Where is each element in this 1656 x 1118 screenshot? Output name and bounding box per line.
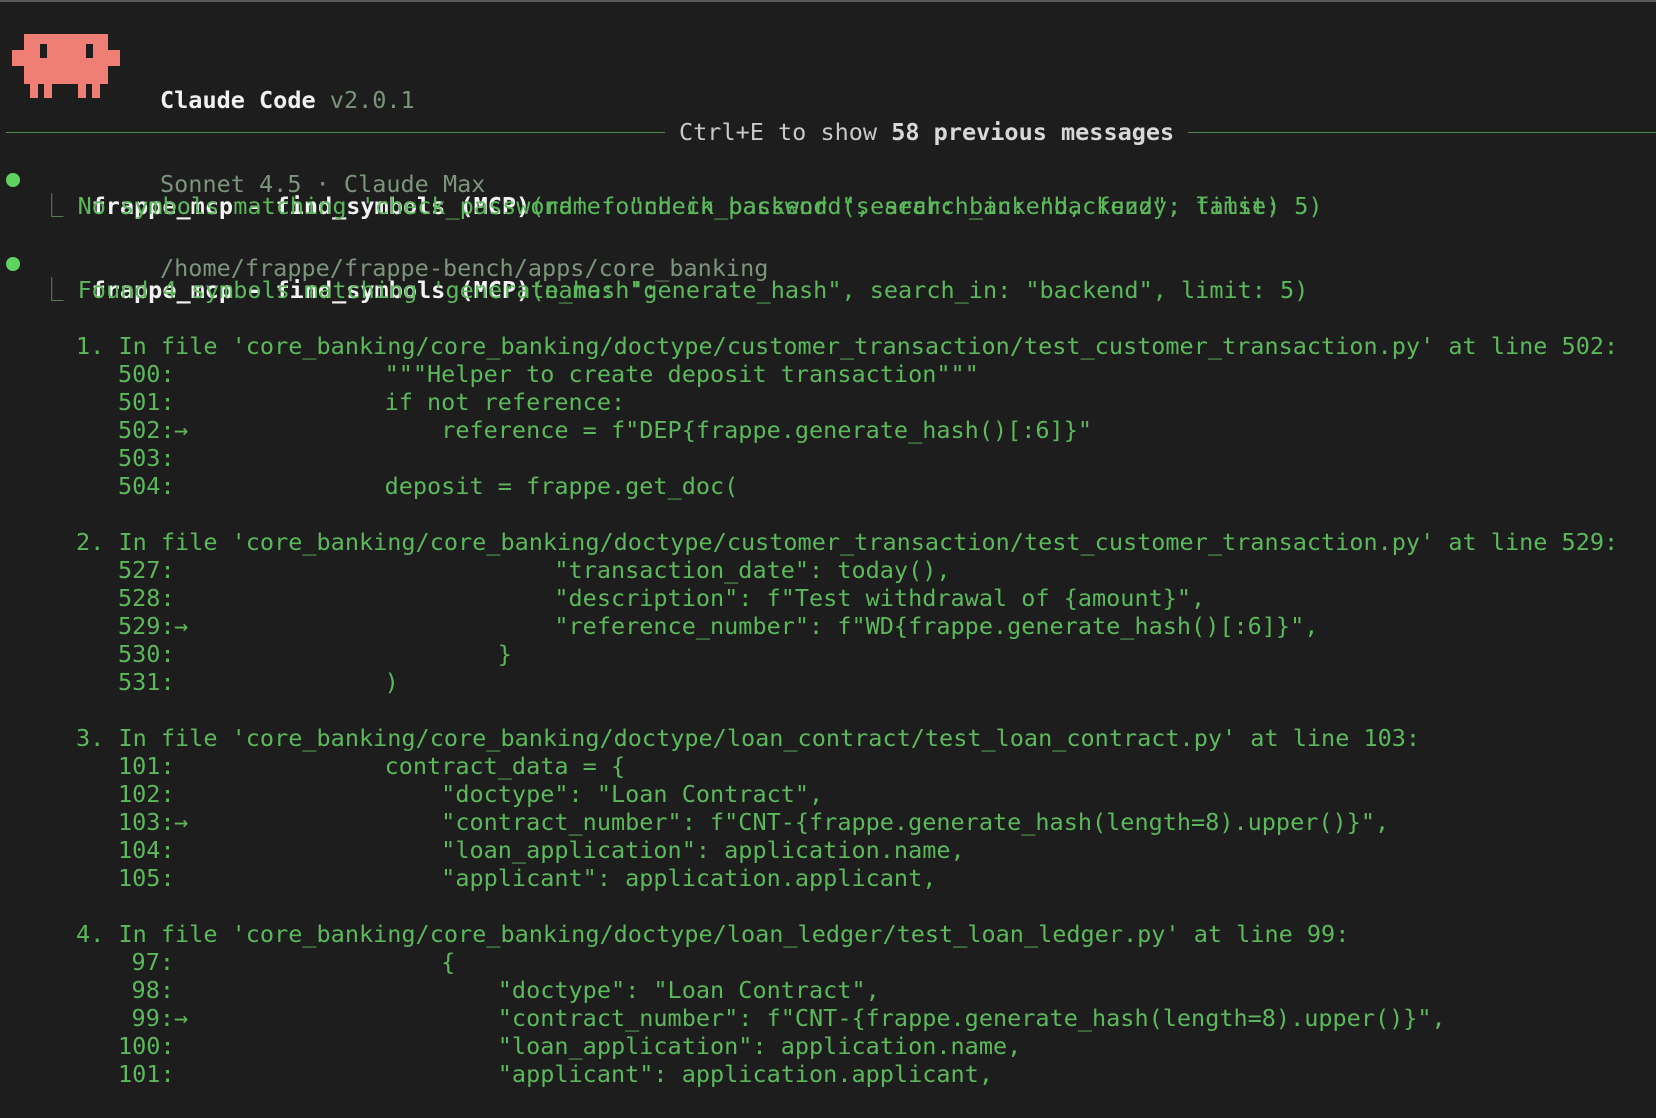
code-line: 501: if not reference:	[0, 388, 1656, 416]
code-line: 528: "description": f"Test withdrawal of…	[0, 584, 1656, 612]
status-dot-icon	[6, 173, 20, 187]
code-text: "doctype": "Loan Contract",	[328, 976, 880, 1004]
line-number: 100:	[118, 1032, 175, 1060]
line-number: 528:	[118, 584, 175, 612]
code-text: "loan_application": application.name,	[328, 1032, 1022, 1060]
app-name: Claude Code	[160, 86, 316, 114]
code-text: )	[328, 668, 399, 696]
code-text: """Helper to create deposit transaction"…	[328, 360, 979, 388]
code-text: deposit = frappe.get_doc(	[328, 472, 739, 500]
code-line: 104: "loan_application": application.nam…	[0, 836, 1656, 864]
line-number: 529:	[118, 612, 175, 640]
result-text: Found 4 symbols matching 'generate_hash'…	[77, 276, 658, 304]
code-line: 527: "transaction_date": today(),	[0, 556, 1656, 584]
line-number: 527:	[118, 556, 175, 584]
claude-logo-icon	[12, 34, 120, 106]
line-number: 104:	[118, 836, 175, 864]
code-line: 503:	[0, 444, 1656, 472]
show-previous-hint[interactable]: Ctrl+E to show 58 previous messages	[665, 118, 1188, 146]
line-number: 502:	[118, 416, 175, 444]
line-number: 501:	[118, 388, 175, 416]
code-line: 500: """Helper to create deposit transac…	[0, 360, 1656, 388]
window-top-border	[0, 0, 1656, 2]
code-line: 105: "applicant": application.applicant,	[0, 864, 1656, 892]
transcript: frappe_mcp - find_symbols (MCP)(name: "c…	[0, 164, 1656, 1088]
code-line: 100: "loan_application": application.nam…	[0, 1032, 1656, 1060]
line-number: 504:	[118, 472, 175, 500]
app-version: v2.0.1	[329, 86, 415, 114]
code-line: 103:→ "contract_number": f"CNT-{frappe.g…	[0, 808, 1656, 836]
code-line: 531: )	[0, 668, 1656, 696]
code-line: 502:→ reference = f"DEP{frappe.generate_…	[0, 416, 1656, 444]
hint-count: 58 previous messages	[891, 118, 1175, 146]
code-text: "applicant": application.applicant,	[328, 1060, 993, 1088]
code-line: 101: contract_data = {	[0, 752, 1656, 780]
code-text: "loan_application": application.name,	[328, 836, 965, 864]
line-number: 531:	[118, 668, 175, 696]
match-heading: 4. In file 'core_banking/core_banking/do…	[76, 920, 1350, 948]
code-text: "description": f"Test withdrawal of {amo…	[328, 584, 1206, 612]
code-line: 97: {	[0, 948, 1656, 976]
code-line: 504: deposit = frappe.get_doc(	[0, 472, 1656, 500]
line-number: 530:	[118, 640, 175, 668]
match-heading: 2. In file 'core_banking/core_banking/do…	[76, 528, 1619, 556]
history-divider: Ctrl+E to show 58 previous messages	[6, 117, 1656, 147]
code-line: 529:→ "reference_number": f"WD{frappe.ge…	[0, 612, 1656, 640]
code-text: "contract_number": f"CNT-{frappe.generat…	[328, 1004, 1446, 1032]
divider-rule-right	[1188, 131, 1656, 133]
code-text: "applicant": application.applicant,	[328, 864, 937, 892]
code-text: }	[328, 640, 512, 668]
hint-prefix: Ctrl+E to show	[679, 118, 892, 146]
arrow-icon: →	[174, 612, 189, 640]
code-text: "doctype": "Loan Contract",	[328, 780, 824, 808]
line-number: 500:	[118, 360, 175, 388]
tool-call: frappe_mcp - find_symbols (MCP)(name: "c…	[0, 164, 1656, 220]
line-number: 103:	[118, 808, 175, 836]
code-line: 101: "applicant": application.applicant,	[0, 1060, 1656, 1088]
code-text: reference = f"DEP{frappe.generate_hash()…	[328, 416, 1093, 444]
arrow-icon: →	[174, 416, 189, 444]
tree-corner-icon: ⎿	[40, 276, 78, 304]
title-row: Claude Code v2.0.1	[160, 86, 768, 114]
code-text: if not reference:	[328, 388, 626, 416]
match-heading: 3. In file 'core_banking/core_banking/do…	[76, 724, 1421, 752]
code-text: "transaction_date": today(),	[328, 556, 951, 584]
divider-rule-left	[6, 131, 665, 133]
code-line: 98: "doctype": "Loan Contract",	[0, 976, 1656, 1004]
code-line: 530: }	[0, 640, 1656, 668]
line-number: 503:	[118, 444, 175, 472]
line-number: 105:	[118, 864, 175, 892]
arrow-icon: →	[174, 808, 189, 836]
code-line: 102: "doctype": "Loan Contract",	[0, 780, 1656, 808]
tool-call: frappe_mcp - find_symbols (MCP)(name: "g…	[0, 248, 1656, 304]
line-number: 101:	[118, 1060, 175, 1088]
result-text: No symbols matching 'check_password' fou…	[77, 192, 1281, 220]
code-line: 99:→ "contract_number": f"CNT-{frappe.ge…	[0, 1004, 1656, 1032]
status-dot-icon	[6, 257, 20, 271]
line-number: 101:	[118, 752, 175, 780]
tool-result: ⎿ No symbols matching 'check_password' f…	[0, 192, 1656, 220]
code-text: "reference_number": f"WD{frappe.generate…	[328, 612, 1319, 640]
line-number: 102:	[118, 780, 175, 808]
tool-result: ⎿ Found 4 symbols matching 'generate_has…	[0, 276, 1656, 304]
code-text: {	[328, 948, 456, 976]
code-text: contract_data = {	[328, 752, 626, 780]
tree-corner-icon: ⎿	[40, 192, 78, 220]
match-heading: 1. In file 'core_banking/core_banking/do…	[76, 332, 1619, 360]
line-number: 98:	[131, 976, 174, 1004]
line-number: 99:	[131, 1004, 174, 1032]
code-text: "contract_number": f"CNT-{frappe.generat…	[328, 808, 1390, 836]
arrow-icon: →	[174, 1004, 189, 1032]
line-number: 97:	[131, 948, 174, 976]
